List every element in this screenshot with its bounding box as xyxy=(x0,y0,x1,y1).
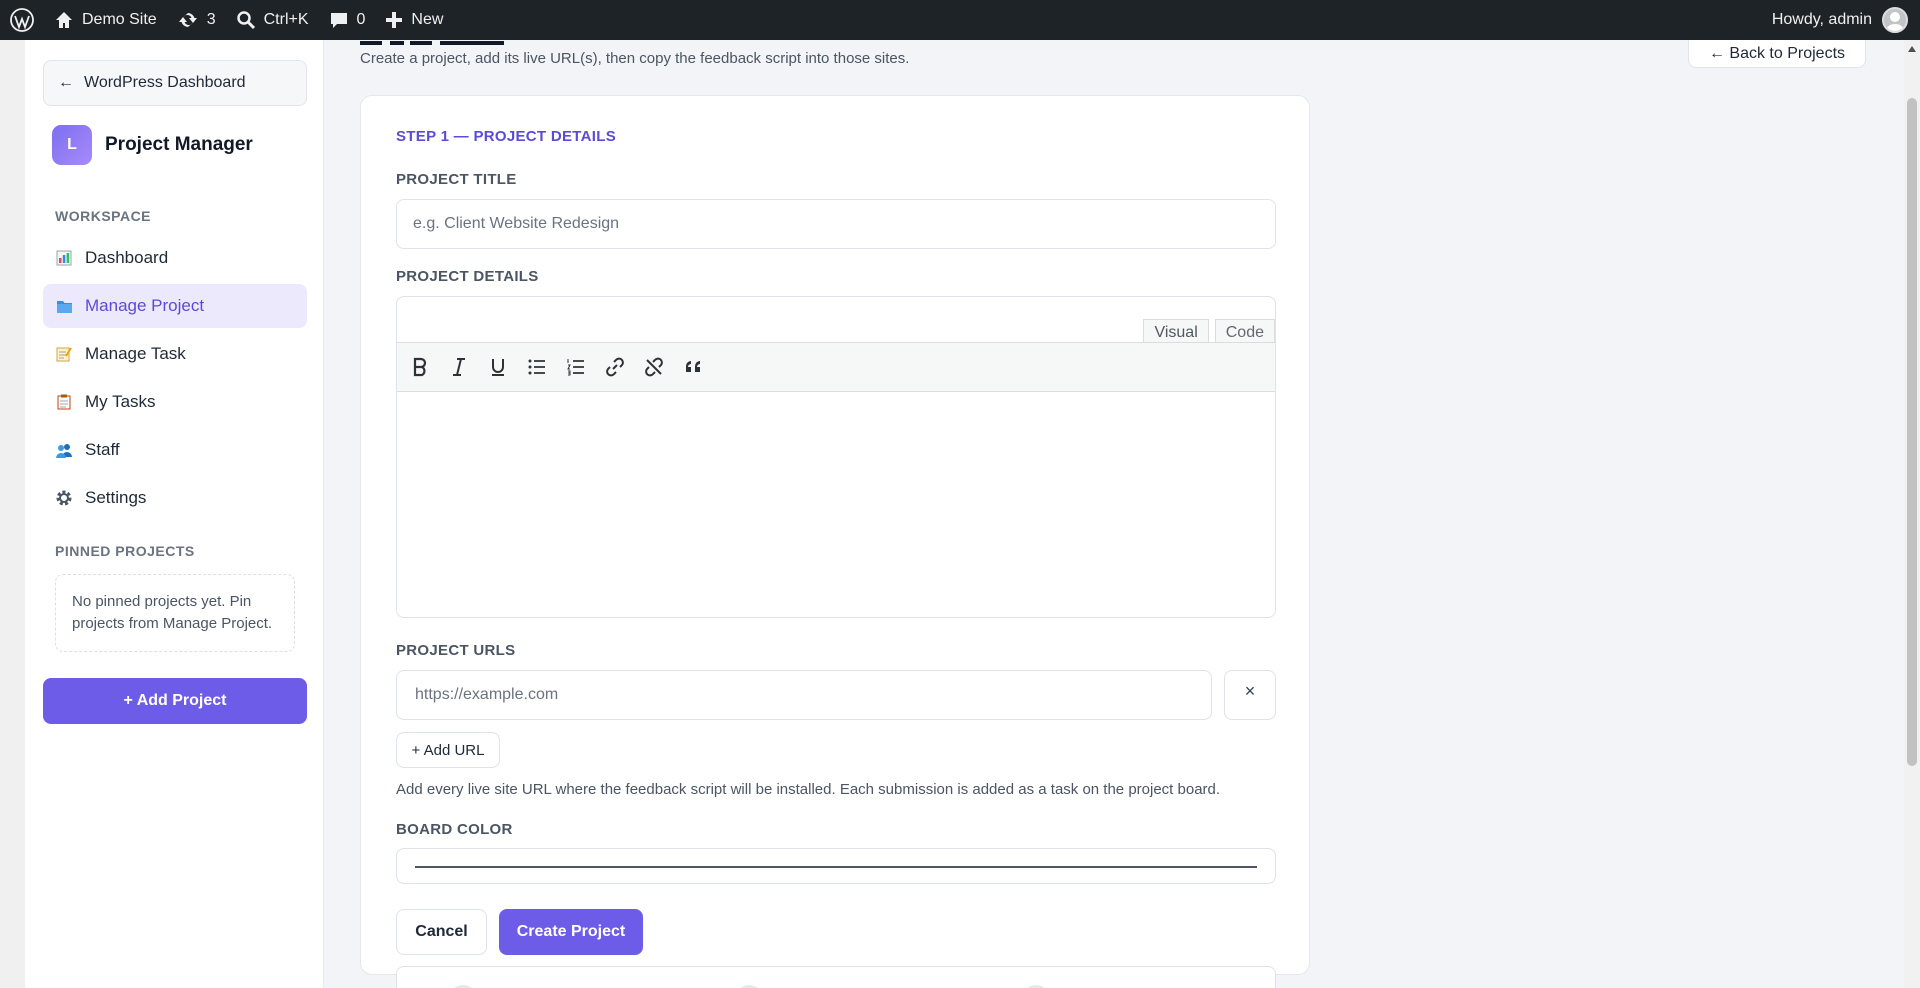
site-name-link[interactable]: Demo Site xyxy=(44,0,167,40)
project-title-input[interactable] xyxy=(396,199,1276,249)
numbered-list-icon[interactable] xyxy=(563,354,589,380)
project-form-card: STEP 1 — PROJECT DETAILS PROJECT TITLE P… xyxy=(360,95,1310,988)
pinned-projects-label: PINNED PROJECTS xyxy=(55,543,195,559)
site-name: Demo Site xyxy=(82,11,157,28)
brand-logo: L xyxy=(52,125,92,165)
workspace-label: WORKSPACE xyxy=(55,208,152,224)
memo-icon xyxy=(55,345,73,363)
arrow-left-icon: ← xyxy=(58,74,74,91)
gear-icon xyxy=(55,489,73,507)
wordpress-dashboard-label: WordPress Dashboard xyxy=(84,74,246,91)
project-details-editor: Visual Code xyxy=(396,296,1276,618)
updates-link[interactable]: 3 xyxy=(167,0,226,40)
sidebar-item-staff[interactable]: Staff xyxy=(43,428,307,472)
comments-link[interactable]: 0 xyxy=(319,0,376,40)
brand-name: Project Manager xyxy=(105,134,253,155)
admin-menu-strip xyxy=(0,40,25,988)
new-label: New xyxy=(411,11,444,28)
comments-count: 0 xyxy=(356,11,366,28)
board-color-label: BOARD COLOR xyxy=(396,821,513,838)
editor-content-area[interactable] xyxy=(397,393,1275,617)
create-project-button[interactable]: Create Project xyxy=(499,909,643,955)
sidebar-item-label: Settings xyxy=(85,488,147,507)
wp-admin-bar: Demo Site 3 Ctrl+K 0 New Howdy, admin xyxy=(0,0,1920,40)
people-icon xyxy=(55,441,73,459)
avatar xyxy=(1882,7,1908,33)
my-account[interactable]: Howdy, admin xyxy=(1772,7,1920,33)
step-title: STEP 1 — PROJECT DETAILS xyxy=(396,128,617,145)
project-details-label: PROJECT DETAILS xyxy=(396,268,539,285)
editor-toolbar xyxy=(397,342,1275,392)
folder-icon xyxy=(55,297,73,315)
page-title xyxy=(360,40,510,48)
sidebar-item-label: Dashboard xyxy=(85,248,169,267)
scrollbar-thumb[interactable] xyxy=(1907,98,1917,766)
howdy-text: Howdy, admin xyxy=(1771,11,1872,28)
italic-icon[interactable] xyxy=(446,354,472,380)
url-help-text: Add every live site URL where the feedba… xyxy=(396,781,1221,798)
new-content-link[interactable]: New xyxy=(375,0,453,40)
board-color-swatch xyxy=(415,866,1257,868)
scroll-up-icon[interactable] xyxy=(1908,46,1916,52)
page-subtitle: Create a project, add its live URL(s), t… xyxy=(360,50,910,67)
sidebar-item-label: Manage Task xyxy=(85,344,186,363)
add-url-button[interactable]: + Add URL xyxy=(396,732,500,768)
sidebar-item-label: Staff xyxy=(85,440,120,459)
next-section-card xyxy=(396,966,1276,988)
bullet-list-icon[interactable] xyxy=(524,354,550,380)
add-project-button[interactable]: + Add Project xyxy=(43,678,307,724)
home-icon xyxy=(56,12,72,28)
plus-icon xyxy=(386,12,403,28)
search-shortcut: Ctrl+K xyxy=(263,11,309,28)
comment-icon xyxy=(330,13,347,28)
sidebar-item-manage-project[interactable]: Manage Project xyxy=(43,284,307,328)
page-scrollbar[interactable] xyxy=(1904,40,1920,988)
sidebar: ← WordPress Dashboard L Project Manager … xyxy=(25,40,324,988)
remove-url-button[interactable]: × xyxy=(1224,670,1276,720)
sidebar-item-my-tasks[interactable]: My Tasks xyxy=(43,380,307,424)
search-icon xyxy=(236,11,255,30)
project-url-input[interactable] xyxy=(396,670,1212,720)
updates-count: 3 xyxy=(206,11,216,28)
sidebar-item-label: My Tasks xyxy=(85,392,156,411)
refresh-icon xyxy=(178,13,197,27)
back-to-projects-button[interactable]: ← Back to Projects xyxy=(1688,40,1866,68)
bar-chart-icon xyxy=(55,249,73,267)
sidebar-item-manage-task[interactable]: Manage Task xyxy=(43,332,307,376)
search-link[interactable]: Ctrl+K xyxy=(226,0,319,40)
bold-icon[interactable] xyxy=(407,354,433,380)
wordpress-dashboard-link[interactable]: ← WordPress Dashboard xyxy=(43,60,307,106)
board-color-picker[interactable] xyxy=(396,848,1276,884)
cancel-button[interactable]: Cancel xyxy=(396,909,487,955)
project-urls-label: PROJECT URLS xyxy=(396,642,516,659)
project-title-label: PROJECT TITLE xyxy=(396,171,517,188)
unlink-icon[interactable] xyxy=(641,354,667,380)
sidebar-item-settings[interactable]: Settings xyxy=(43,476,307,520)
clipboard-icon xyxy=(55,393,73,411)
underline-icon[interactable] xyxy=(485,354,511,380)
brand: L Project Manager xyxy=(52,125,253,165)
wordpress-logo-icon[interactable] xyxy=(0,0,44,40)
pinned-empty-state: No pinned projects yet. Pin projects fro… xyxy=(55,574,295,652)
sidebar-item-label: Manage Project xyxy=(85,296,205,315)
sidebar-item-dashboard[interactable]: Dashboard xyxy=(43,236,307,280)
link-icon[interactable] xyxy=(602,354,628,380)
blockquote-icon[interactable] xyxy=(680,354,706,380)
